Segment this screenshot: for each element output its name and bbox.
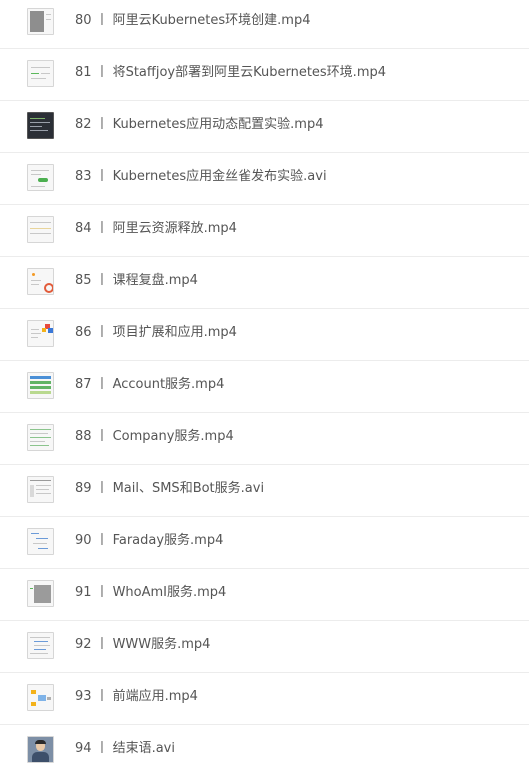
file-title: 项目扩展和应用.mp4 <box>112 325 237 340</box>
file-row[interactable]: 82 丨 Kubernetes应用动态配置实验.mp4 <box>0 101 529 153</box>
file-row[interactable]: 84 丨阿里云资源释放.mp4 <box>0 205 529 257</box>
file-index: 84 <box>75 221 92 236</box>
file-index: 87 <box>75 377 92 392</box>
file-separator: 丨 <box>95 533 109 548</box>
file-name[interactable]: 84 丨阿里云资源释放.mp4 <box>75 220 237 238</box>
video-thumbnail-icon <box>27 164 54 191</box>
video-thumbnail-icon <box>27 60 54 87</box>
file-index: 91 <box>75 585 92 600</box>
file-index: 90 <box>75 533 92 548</box>
file-index: 82 <box>75 117 92 132</box>
file-index: 85 <box>75 273 92 288</box>
file-row[interactable]: 90 丨 Faraday服务.mp4 <box>0 517 529 569</box>
video-thumbnail-icon <box>27 424 54 451</box>
file-name[interactable]: 80 丨阿里云Kubernetes环境创建.mp4 <box>75 12 310 30</box>
video-thumbnail-icon <box>27 372 54 399</box>
file-separator: 丨 <box>95 117 109 132</box>
file-index: 80 <box>75 13 92 28</box>
file-separator: 丨 <box>95 585 109 600</box>
file-name[interactable]: 92 丨 WWW服务.mp4 <box>75 636 210 654</box>
file-title: Company服务.mp4 <box>112 429 234 444</box>
video-thumbnail-icon <box>27 736 54 763</box>
file-name[interactable]: 81 丨将Staffjoy部署到阿里云Kubernetes环境.mp4 <box>75 64 386 82</box>
video-thumbnail-icon <box>27 632 54 659</box>
file-row[interactable]: 85 丨课程复盘.mp4 <box>0 257 529 309</box>
file-separator: 丨 <box>95 377 109 392</box>
file-index: 81 <box>75 65 92 80</box>
file-title: Account服务.mp4 <box>112 377 225 392</box>
file-separator: 丨 <box>95 741 109 756</box>
file-separator: 丨 <box>95 169 109 184</box>
video-thumbnail-icon <box>27 528 54 555</box>
file-index: 86 <box>75 325 92 340</box>
file-name[interactable]: 93 丨前端应用.mp4 <box>75 688 198 706</box>
file-separator: 丨 <box>95 429 109 444</box>
file-index: 89 <box>75 481 92 496</box>
file-row[interactable]: 83 丨 Kubernetes应用金丝雀发布实验.avi <box>0 153 529 205</box>
file-title: WWW服务.mp4 <box>112 637 211 652</box>
file-separator: 丨 <box>95 13 109 28</box>
file-title: Kubernetes应用动态配置实验.mp4 <box>112 117 324 132</box>
video-thumbnail-icon <box>27 476 54 503</box>
file-title: 前端应用.mp4 <box>112 689 198 704</box>
file-name[interactable]: 83 丨 Kubernetes应用金丝雀发布实验.avi <box>75 168 327 186</box>
file-title: 结束语.avi <box>112 741 175 756</box>
video-thumbnail-icon <box>27 216 54 243</box>
file-name[interactable]: 87 丨 Account服务.mp4 <box>75 376 224 394</box>
file-separator: 丨 <box>95 221 109 236</box>
file-index: 83 <box>75 169 92 184</box>
file-row[interactable]: 80 丨阿里云Kubernetes环境创建.mp4 <box>0 0 529 49</box>
file-row[interactable]: 88 丨 Company服务.mp4 <box>0 413 529 465</box>
file-separator: 丨 <box>95 689 109 704</box>
file-row[interactable]: 87 丨 Account服务.mp4 <box>0 361 529 413</box>
file-row[interactable]: 89 丨 Mail、SMS和Bot服务.avi <box>0 465 529 517</box>
video-thumbnail-icon <box>27 320 54 347</box>
file-title: 将Staffjoy部署到阿里云Kubernetes环境.mp4 <box>112 65 387 80</box>
file-name[interactable]: 89 丨 Mail、SMS和Bot服务.avi <box>75 480 264 498</box>
file-title: 课程复盘.mp4 <box>112 273 198 288</box>
video-thumbnail-icon <box>27 268 54 295</box>
file-row[interactable]: 81 丨将Staffjoy部署到阿里云Kubernetes环境.mp4 <box>0 49 529 101</box>
file-index: 93 <box>75 689 92 704</box>
file-title: 阿里云Kubernetes环境创建.mp4 <box>112 13 311 28</box>
file-name[interactable]: 82 丨 Kubernetes应用动态配置实验.mp4 <box>75 116 323 134</box>
video-thumbnail-icon <box>27 580 54 607</box>
file-name[interactable]: 94 丨结束语.avi <box>75 740 175 758</box>
file-separator: 丨 <box>95 481 109 496</box>
file-index: 88 <box>75 429 92 444</box>
file-row[interactable]: 92 丨 WWW服务.mp4 <box>0 621 529 673</box>
file-name[interactable]: 91 丨 WhoAmI服务.mp4 <box>75 584 226 602</box>
file-list: 80 丨阿里云Kubernetes环境创建.mp4 81 丨将Staffjoy部署到… <box>0 0 529 773</box>
file-title: WhoAmI服务.mp4 <box>112 585 227 600</box>
file-name[interactable]: 90 丨 Faraday服务.mp4 <box>75 532 223 550</box>
file-index: 92 <box>75 637 92 652</box>
file-separator: 丨 <box>95 273 109 288</box>
file-row[interactable]: 86 丨项目扩展和应用.mp4 <box>0 309 529 361</box>
file-separator: 丨 <box>95 637 109 652</box>
file-separator: 丨 <box>95 325 109 340</box>
video-thumbnail-icon <box>27 112 54 139</box>
file-title: Mail、SMS和Bot服务.avi <box>112 481 265 496</box>
file-row[interactable]: 91 丨 WhoAmI服务.mp4 <box>0 569 529 621</box>
video-thumbnail-icon <box>27 8 54 35</box>
file-title: Faraday服务.mp4 <box>112 533 224 548</box>
file-name[interactable]: 85 丨课程复盘.mp4 <box>75 272 198 290</box>
file-separator: 丨 <box>95 65 109 80</box>
file-row[interactable]: 94 丨结束语.avi <box>0 725 529 773</box>
file-row[interactable]: 93 丨前端应用.mp4 <box>0 673 529 725</box>
file-index: 94 <box>75 741 92 756</box>
file-title: 阿里云资源释放.mp4 <box>112 221 237 236</box>
file-name[interactable]: 88 丨 Company服务.mp4 <box>75 428 234 446</box>
file-name[interactable]: 86 丨项目扩展和应用.mp4 <box>75 324 237 342</box>
file-title: Kubernetes应用金丝雀发布实验.avi <box>112 169 327 184</box>
video-thumbnail-icon <box>27 684 54 711</box>
